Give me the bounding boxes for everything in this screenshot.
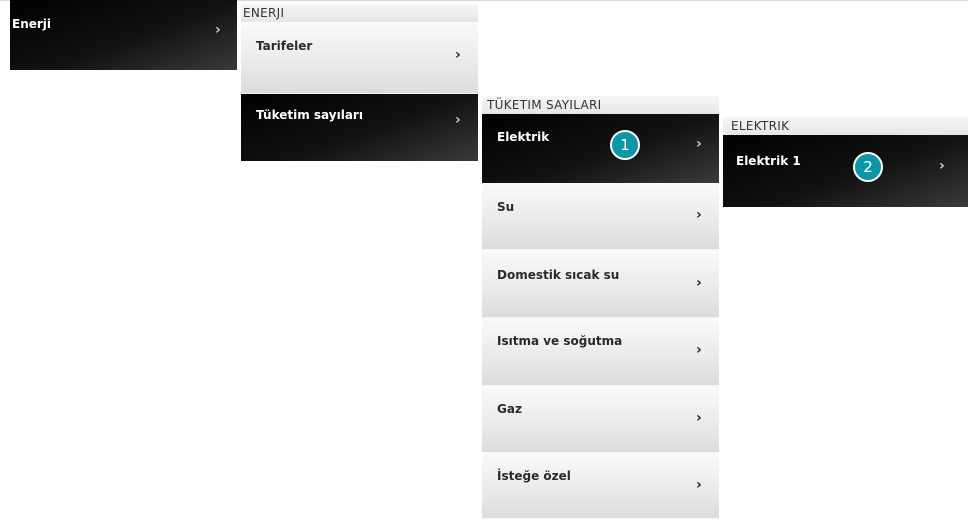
- callout-badge-2: 2: [853, 152, 883, 182]
- chevron-right-icon: ›: [696, 410, 702, 426]
- menu-item-gaz[interactable]: Gaz ›: [482, 386, 719, 453]
- chevron-right-icon: ›: [696, 136, 702, 152]
- menu-item-elektrik[interactable]: Elektrik 1 ›: [482, 114, 719, 183]
- column-header: TÜKETIM SAYILARI: [482, 96, 719, 114]
- chevron-right-icon: ›: [939, 158, 945, 174]
- menu-item-tuketim-sayilari[interactable]: Tüketim sayıları ›: [241, 94, 478, 161]
- menu-item-label: Elektrik: [497, 130, 550, 144]
- menu-column-energy: ENERJI Tarifeler › Tüketim sayıları ›: [241, 4, 478, 161]
- menu-item-label: Tüketim sayıları: [256, 108, 363, 122]
- menu-column-enerji: Enerji ›: [10, 0, 237, 70]
- chevron-right-icon: ›: [455, 112, 461, 128]
- column-header: ELEKTRIK: [723, 117, 968, 135]
- menu-item-domestik-sicak-su[interactable]: Domestik sıcak su ›: [482, 250, 719, 318]
- menu-item-label: Isıtma ve soğutma: [497, 334, 623, 348]
- chevron-right-icon: ›: [696, 275, 702, 291]
- menu-item-elektrik-1[interactable]: Elektrik 1 2 ›: [723, 135, 968, 207]
- menu-item-label: Gaz: [497, 402, 522, 416]
- menu-item-label: Tarifeler: [256, 39, 313, 53]
- menu-item-label: Enerji: [12, 17, 52, 31]
- menu-item-isitma-ve-sogutma[interactable]: Isıtma ve soğutma ›: [482, 318, 719, 386]
- chevron-right-icon: ›: [696, 207, 702, 223]
- menu-item-label: Elektrik 1: [736, 154, 801, 168]
- column-header: ENERJI: [241, 4, 478, 22]
- menu-item-label: Domestik sıcak su: [497, 268, 620, 282]
- menu-item-label: İsteğe özel: [497, 469, 571, 483]
- chevron-right-icon: ›: [696, 477, 702, 493]
- callout-badge-1: 1: [610, 130, 640, 160]
- menu-item-tarifeler[interactable]: Tarifeler ›: [241, 22, 478, 94]
- chevron-right-icon: ›: [455, 47, 461, 63]
- menu-item-istege-ozel[interactable]: İsteğe özel ›: [482, 453, 719, 519]
- menu-item-su[interactable]: Su ›: [482, 183, 719, 250]
- menu-column-electricity: ELEKTRIK Elektrik 1 2 ›: [723, 117, 968, 207]
- menu-column-consumption: TÜKETIM SAYILARI Elektrik 1 › Su › Domes…: [482, 96, 719, 519]
- chevron-right-icon: ›: [215, 22, 221, 38]
- menu-item-label: Su: [497, 200, 515, 214]
- menu-item-enerji[interactable]: Enerji ›: [10, 0, 237, 70]
- chevron-right-icon: ›: [696, 342, 702, 358]
